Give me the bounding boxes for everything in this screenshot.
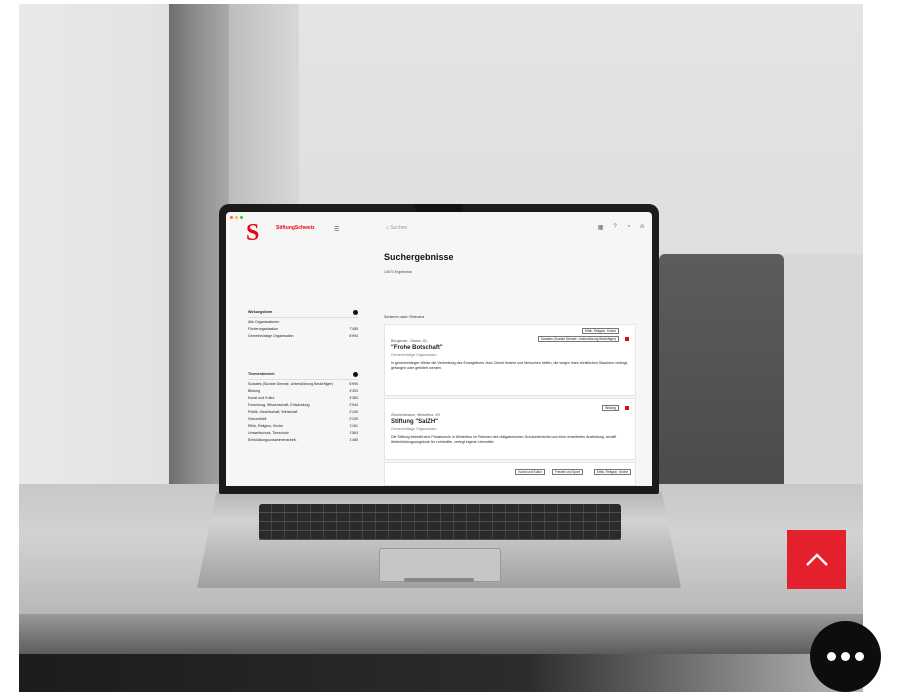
filter-option-label: Gesundheit [248, 416, 267, 421]
result-name: Stiftung "SalZH" [391, 419, 439, 425]
filter-option-count: 1'455 [349, 437, 358, 442]
filter-option: Politik, Gesellschaft, Wirtschaft 2'140 [248, 408, 358, 415]
filter-option-label: Umweltschutz, Tierschutz [248, 430, 289, 435]
filter-option-label: Gemeinnützige Organisation [248, 333, 294, 338]
brand-logo-icon: S [246, 220, 260, 246]
background-panel [659, 254, 784, 484]
result-type: Gemeinnützige Organisation [391, 353, 437, 357]
filter-heading: Themenbereich [248, 372, 275, 376]
bookmark-icon [625, 337, 629, 341]
filter-badge-icon [353, 310, 358, 315]
filter-option: Bildung 4'303 [248, 387, 358, 394]
filter-option: Förderorganisation 7'455 [248, 325, 358, 332]
filter-option: Alle Organisationen [248, 318, 358, 325]
filter-option-count: 4'363 [349, 395, 358, 400]
filter-option-count: 2'140 [349, 409, 358, 414]
more-dots-icon [841, 652, 850, 661]
filter-option-count: 2'109 [349, 416, 358, 421]
sort-label: Sortieren nach: Relevanz [384, 315, 425, 319]
filter-option-count: 4'303 [349, 388, 358, 393]
user-icon: ⍝ [640, 224, 644, 230]
filter-option-label: Entwicklungszusammenarbeit, [248, 437, 297, 442]
result-tag: Ethik, Religion, Kirche [593, 469, 631, 475]
menu-icon: ☰ [334, 227, 340, 233]
result-count: 14574 Ergebnisse [384, 270, 413, 274]
bell-icon: ◔ [626, 224, 631, 230]
bookmark-icon [625, 406, 629, 410]
filter-option-count: 1'563 [349, 430, 358, 435]
more-dots-icon [827, 652, 836, 661]
table-edge [19, 614, 863, 654]
result-type: Gemeinnützige Organisation [391, 427, 437, 431]
result-tag: Ethik, Religion, Kirche [581, 328, 619, 334]
filter-option-label: Soziales (Soziale Dienste, Unterstützung… [248, 381, 333, 386]
search-placeholder: Suchen [390, 225, 408, 231]
search-field: ⌕ Suchen [386, 225, 408, 231]
help-icon: ? [613, 224, 617, 230]
result-tag: Kunst und Kultur [515, 469, 545, 475]
filter-option: Forschung, Wissenschaft, Entwicklung 2'94… [248, 401, 358, 408]
more-dots-icon [855, 652, 864, 661]
brand-name: StiftungSchweiz [276, 225, 315, 231]
maximize-dot-icon [240, 216, 243, 219]
floor [19, 654, 863, 692]
filter-themenbereich: Themenbereich Soziales (Soziale Dienste,… [248, 370, 358, 443]
result-card: Kunst und Kultur Freizeit und Sport Ethi… [384, 462, 636, 486]
scroll-to-top-button[interactable] [787, 530, 846, 589]
result-description: In gemeinnütziger Weise die Verbreitung … [391, 361, 628, 370]
filter-option-label: Ethik, Religion, Kirche [248, 423, 284, 428]
close-dot-icon [230, 216, 233, 219]
filter-badge-icon [353, 372, 358, 377]
filter-option: Soziales (Soziale Dienste, Unterstützung… [248, 380, 358, 387]
filter-option-count: 1'161 [349, 423, 358, 428]
laptop-screen: S StiftungSchweiz ☰ ⌕ Suchen ▦ ? ◔ ⍝ Suc… [226, 212, 652, 486]
result-tag: Freizeit und Sport [551, 469, 583, 475]
filter-option-label: Forschung, Wissenschaft, Entwicklung [248, 402, 310, 407]
filter-heading: Wirkungsform [248, 310, 273, 314]
page-title: Suchergebnisse [384, 252, 454, 262]
laptop-keyboard [259, 504, 621, 540]
chevron-up-icon [805, 552, 828, 566]
building-icon: ▦ [597, 225, 604, 231]
wall [19, 4, 174, 484]
page: S StiftungSchweiz ☰ ⌕ Suchen ▦ ? ◔ ⍝ Suc… [0, 0, 909, 692]
filter-option-count: 2'944 [349, 402, 358, 407]
camera-notch [415, 204, 463, 212]
result-card: Ethik, Religion, Kirche Soziales (Sozial… [384, 324, 636, 396]
toolbar-icons: ▦ ? ◔ ⍝ [598, 224, 644, 231]
filter-wirkungsform: Wirkungsform Alle Organisationen Fördero… [248, 308, 358, 339]
filter-option-count: 6'990 [349, 381, 358, 386]
laptop-trackpad [379, 548, 501, 582]
result-name: "Frohe Botschaft" [391, 345, 443, 351]
filter-option-count: 7'455 [349, 326, 358, 331]
result-tag: Bildung [602, 405, 619, 411]
filter-option: Gemeinnützige Organisation 6'994 [248, 332, 358, 339]
filter-option-label: Kunst und Kultur [248, 395, 275, 400]
filter-option-label: Bildung [248, 388, 260, 393]
result-tag: Soziales (Soziale Dienste, Unterstützung… [537, 336, 619, 342]
filter-option-label: Förderorganisation [248, 326, 279, 331]
result-card: Bildung Zürcherstrasse, Winterthur, ZH S… [384, 398, 636, 460]
result-location: Zürcherstrasse, Winterthur, ZH [391, 413, 441, 417]
laptop-hinge [404, 578, 474, 582]
filter-option-count: 6'994 [349, 333, 358, 338]
filter-option: Umweltschutz, Tierschutz 1'563 [248, 429, 358, 436]
filter-option: Gesundheit 2'109 [248, 415, 358, 422]
window-controls [230, 216, 243, 219]
wall-right [784, 254, 863, 484]
minimize-dot-icon [235, 216, 238, 219]
filter-option: Ethik, Religion, Kirche 1'161 [248, 422, 358, 429]
hero-photo: S StiftungSchweiz ☰ ⌕ Suchen ▦ ? ◔ ⍝ Suc… [19, 4, 863, 692]
filter-option: Kunst und Kultur 4'363 [248, 394, 358, 401]
filter-option-label: Alle Organisationen [248, 319, 280, 324]
laptop-lid: S StiftungSchweiz ☰ ⌕ Suchen ▦ ? ◔ ⍝ Suc… [219, 204, 659, 494]
filter-option-label: Politik, Gesellschaft, Wirtschaft [248, 409, 298, 414]
result-description: Die Stiftung betreibt eine Privatschule … [391, 435, 617, 444]
filter-option: Entwicklungszusammenarbeit, 1'455 [248, 436, 358, 443]
more-options-button[interactable] [810, 621, 881, 692]
